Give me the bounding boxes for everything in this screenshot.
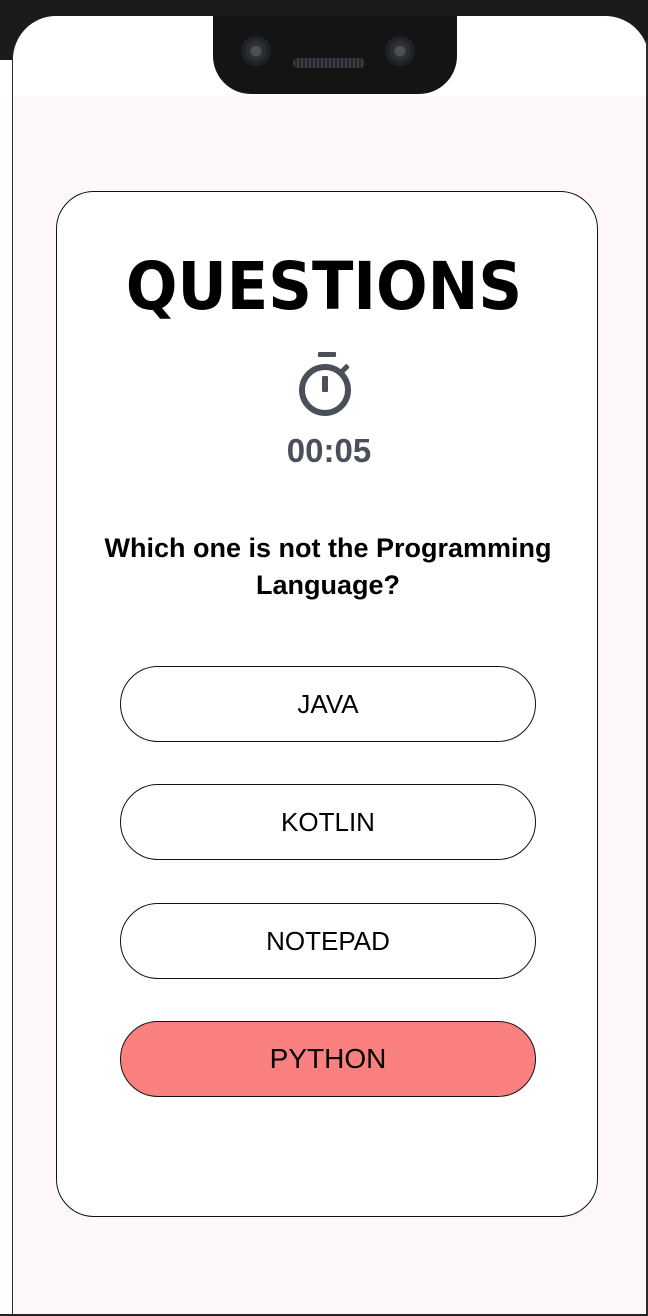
stopwatch-icon <box>299 352 351 416</box>
front-camera-icon <box>241 36 271 66</box>
answer-option-java[interactable]: JAVA <box>120 666 536 742</box>
answer-option-python[interactable]: PYTHON <box>120 1021 536 1097</box>
display-notch <box>213 16 457 94</box>
answer-option-notepad[interactable]: NOTEPAD <box>120 903 536 979</box>
answer-option-kotlin[interactable]: KOTLIN <box>120 784 536 860</box>
phone-device: QUESTIONS 00:05 Which one is not the Pro… <box>0 0 648 1316</box>
front-sensor-icon <box>385 36 415 66</box>
earpiece-speaker <box>293 58 365 68</box>
countdown-timer: 00:05 <box>286 432 372 469</box>
page-title: QUESTIONS <box>125 248 523 325</box>
question-text: Which one is not the Programming Languag… <box>104 533 552 600</box>
